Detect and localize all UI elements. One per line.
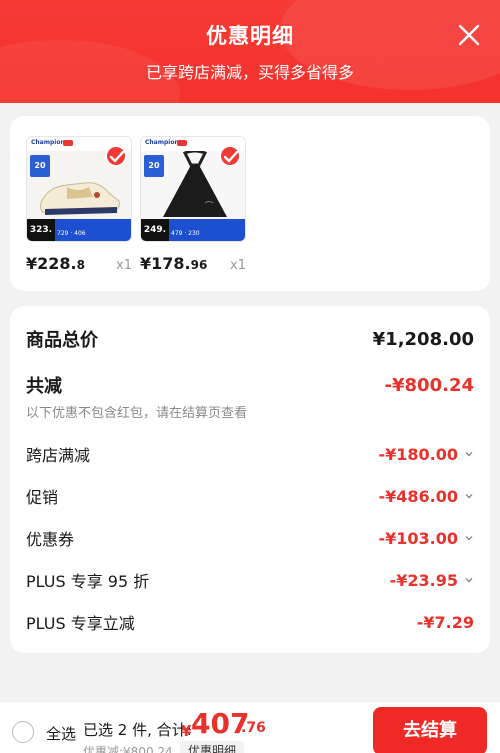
price-strip-text: 479 · 230: [171, 230, 200, 237]
page-title: 优惠明细: [206, 24, 294, 48]
discount-item-promotion[interactable]: 促销 -¥486.00: [26, 484, 474, 508]
checkout-button[interactable]: 去结算: [373, 707, 487, 753]
total-amount-decimal: .76: [241, 720, 266, 736]
sneaker-illustration: [40, 182, 120, 215]
total-price-row: 商品总价 ¥1,208.00: [26, 326, 474, 352]
total-discount-row: 共减 -¥800.24: [26, 372, 474, 398]
product-item[interactable]: Champion 20 249. 479 · 230 ¥178.96 x1: [140, 136, 246, 273]
discount-item-label: 优惠券: [26, 530, 75, 549]
selected-count-text: 已选 2 件, 合计:: [83, 721, 192, 739]
product-item[interactable]: Champion 20 323. 729 · 406 ¥228.8 x1: [26, 136, 132, 273]
select-all-label[interactable]: 全选: [46, 723, 76, 744]
product-quantity: x1: [116, 258, 132, 273]
price-summary-card: 商品总价 ¥1,208.00 共减 -¥800.24 以下优惠不包含红包，请在结…: [10, 306, 490, 653]
chevron-down-icon: [465, 578, 473, 583]
page-subtitle: 已享跨店满减，买得多省得多: [145, 63, 354, 82]
total-discount-label: 共减: [26, 376, 62, 397]
product-list-card: Champion 20 323. 729 · 406 ¥228.8 x1 Cha: [10, 116, 490, 291]
close-icon[interactable]: [456, 22, 482, 48]
brand-flag: [177, 140, 187, 146]
chevron-down-icon: [465, 536, 473, 541]
discount-item-label: 促销: [26, 488, 59, 507]
product-price: ¥228.8: [26, 254, 85, 273]
discount-item-value: -¥180.00: [378, 445, 474, 464]
discount-item-cross-store[interactable]: 跨店满减 -¥180.00: [26, 442, 474, 466]
brand-logo: Champion: [31, 139, 65, 146]
product-price: ¥178.96: [140, 254, 208, 273]
select-all-radio[interactable]: [12, 721, 34, 743]
product-price-row: ¥228.8 x1: [26, 254, 132, 273]
discount-item-value: -¥7.29: [416, 612, 474, 632]
product-quantity: x1: [230, 258, 246, 273]
discount-item-value: -¥486.00: [378, 487, 474, 506]
discount-item-label: PLUS 专享立减: [26, 614, 135, 633]
discount-item-plus-instant: PLUS 专享立减 -¥7.29: [26, 610, 474, 634]
discount-item-value: -¥23.95: [390, 571, 474, 590]
discount-item-label: 跨店满减: [26, 446, 91, 465]
discount-detail-button[interactable]: 优惠明细: [180, 741, 245, 753]
checkout-footer: 全选 已选 2 件, 合计: ¥ 407 .76 优惠减:¥800.24 优惠明…: [0, 701, 500, 753]
total-discount-value: -¥800.24: [384, 374, 474, 396]
total-currency: ¥: [181, 722, 192, 740]
promo-price-tag: 323.: [27, 219, 55, 241]
selected-check-icon[interactable]: [105, 145, 127, 167]
discount-item-label: PLUS 专享 95 折: [26, 572, 150, 591]
price-strip-text: 729 · 406: [57, 230, 86, 237]
total-price-label: 商品总价: [26, 330, 98, 351]
sneaker-product-image[interactable]: Champion 20 323. 729 · 406: [26, 136, 132, 242]
discount-note: 以下优惠不包含红包，请在结算页查看: [26, 406, 248, 421]
discount-summary-text: 优惠减:¥800.24: [83, 745, 173, 753]
brand-logo: Champion: [145, 139, 179, 146]
brand-flag: [63, 140, 73, 146]
selected-check-icon[interactable]: [219, 145, 241, 167]
product-price-row: ¥178.96 x1: [140, 254, 246, 273]
discount-item-plus-95[interactable]: PLUS 专享 95 折 -¥23.95: [26, 568, 474, 592]
chevron-down-icon: [465, 452, 473, 457]
discount-detail-header: 优惠明细 已享跨店满减，买得多省得多: [0, 0, 500, 103]
discount-item-coupon[interactable]: 优惠券 -¥103.00: [26, 526, 474, 550]
promo-price-tag: 249.: [141, 219, 169, 241]
total-price-value: ¥1,208.00: [372, 328, 474, 350]
tote-bag-product-image[interactable]: Champion 20 249. 479 · 230: [140, 136, 246, 242]
chevron-down-icon: [465, 494, 473, 499]
discount-item-value: -¥103.00: [378, 529, 474, 548]
